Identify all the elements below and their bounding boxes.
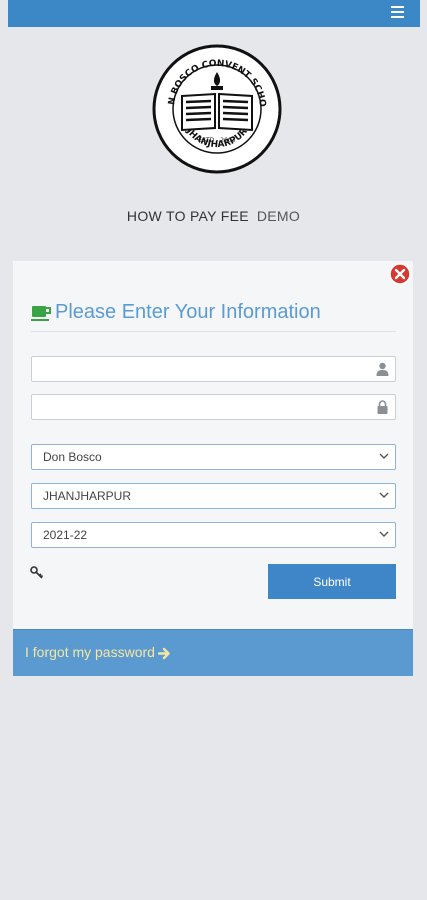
close-icon[interactable] xyxy=(389,263,411,285)
chevron-down-icon xyxy=(379,531,389,537)
key-icon[interactable] xyxy=(30,566,44,580)
chevron-down-icon xyxy=(379,492,389,498)
logo-established: ESTD - 2003 xyxy=(198,137,235,144)
top-app-bar xyxy=(8,0,420,27)
session-select-value: 2021-22 xyxy=(43,528,88,542)
school-logo: DON BOSCO CONVENT SCHOOL JHANJHARPUR EST… xyxy=(152,44,282,174)
branch-select-value: JHANJHARPUR xyxy=(43,489,132,503)
lock-icon xyxy=(377,400,388,414)
hamburger-menu-icon[interactable] xyxy=(391,6,404,20)
arrow-right-icon xyxy=(157,647,170,659)
how-to-pay-fee-link[interactable]: HOW TO PAY FEE xyxy=(127,208,249,224)
username-input[interactable] xyxy=(32,357,378,379)
username-field[interactable] xyxy=(31,356,396,382)
coffee-cup-icon xyxy=(31,306,51,321)
form-title-row: Please Enter Your Information xyxy=(31,301,396,332)
session-select[interactable]: 2021-22 xyxy=(31,522,396,548)
school-select[interactable]: Don Bosco xyxy=(31,444,396,470)
form-title: Please Enter Your Information xyxy=(55,301,321,323)
password-field[interactable] xyxy=(31,394,396,420)
submit-button[interactable]: Submit xyxy=(268,564,396,599)
branch-select[interactable]: JHANJHARPUR xyxy=(31,483,396,509)
fee-links-row: HOW TO PAY FEE DEMO xyxy=(0,208,427,224)
forgot-password-label: I forgot my password xyxy=(25,644,155,660)
demo-link[interactable]: DEMO xyxy=(257,208,300,224)
forgot-password-bar: I forgot my password xyxy=(13,629,413,676)
forgot-password-link[interactable]: I forgot my password xyxy=(25,644,171,660)
school-select-value: Don Bosco xyxy=(43,450,102,464)
user-icon xyxy=(376,362,389,376)
chevron-down-icon xyxy=(379,453,389,459)
login-card: Please Enter Your Information Don Bosco … xyxy=(13,261,413,676)
password-input[interactable] xyxy=(32,395,378,417)
